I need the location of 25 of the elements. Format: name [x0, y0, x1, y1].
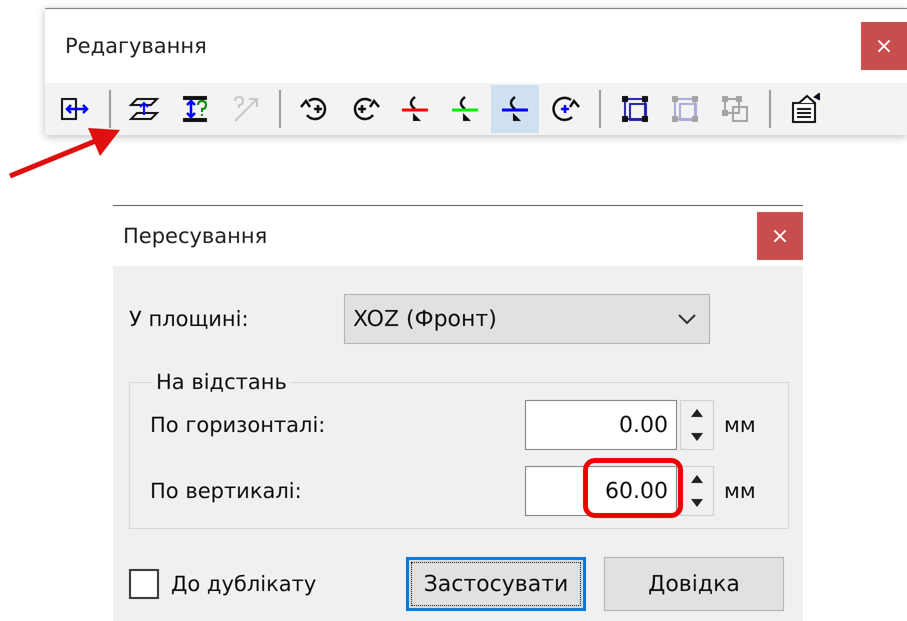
- group-legend: На відстань: [152, 370, 291, 394]
- close-button[interactable]: ×: [757, 212, 803, 260]
- number-field[interactable]: 60.00: [525, 466, 677, 516]
- field-label: По горизонталі:: [150, 413, 326, 437]
- number-field[interactable]: 0.00: [525, 400, 677, 450]
- unit-label: мм: [724, 479, 756, 503]
- close-button[interactable]: ×: [861, 22, 907, 70]
- dialog-button[interactable]: Довідка: [604, 557, 784, 611]
- spin-buttons[interactable]: [680, 466, 714, 516]
- up-icon: [691, 475, 703, 483]
- field-label: По вертикалі:: [150, 479, 303, 503]
- dialog-button[interactable]: Застосувати: [406, 557, 586, 611]
- window-title: Редагування: [64, 34, 207, 58]
- spin-buttons[interactable]: [680, 400, 714, 450]
- down-icon: [691, 433, 703, 441]
- plane-dropdown[interactable]: XOZ (Фронт): [344, 294, 710, 344]
- unit-label: мм: [724, 413, 756, 437]
- toolbar-button[interactable]: [491, 85, 539, 133]
- up-icon: [691, 409, 703, 417]
- checkbox-label: До дублікату: [171, 572, 318, 596]
- field-label: У площині:: [129, 307, 250, 331]
- duplicate-checkbox[interactable]: [129, 569, 159, 599]
- down-icon: [691, 499, 703, 507]
- chevron-icon: [677, 313, 697, 325]
- dialog-title: Пересування: [122, 224, 268, 248]
